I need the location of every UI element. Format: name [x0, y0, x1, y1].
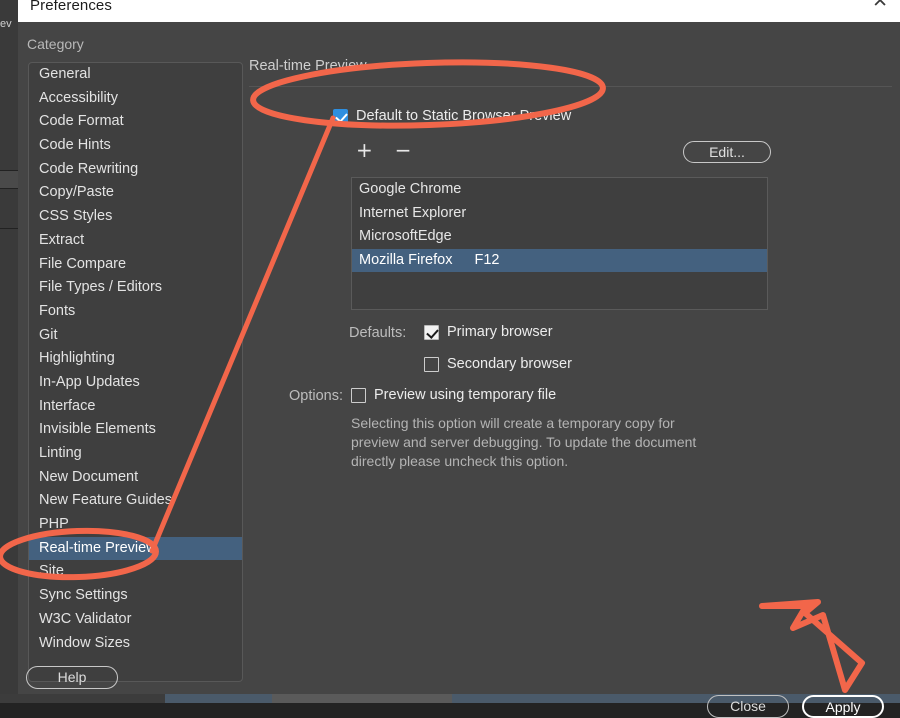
panel-title: Real-time Preview [249, 58, 367, 74]
browser-shortcut: F12 [474, 249, 499, 273]
sidebar-item-code-format[interactable]: Code Format [29, 110, 242, 134]
sidebar-item-new-document[interactable]: New Document [29, 466, 242, 490]
add-browser-button[interactable]: + [356, 140, 373, 160]
dialog-titlebar: Preferences ✕ [18, 0, 900, 22]
browser-list-item[interactable]: Mozilla Firefox F12 [352, 249, 767, 273]
bg-divider-1 [0, 170, 18, 171]
static-browser-preview-label: Default to Static Browser Preview [356, 108, 571, 124]
temp-file-checkbox[interactable] [351, 388, 366, 403]
primary-browser-checkbox[interactable] [424, 325, 439, 340]
sidebar-item-highlighting[interactable]: Highlighting [29, 347, 242, 371]
browser-list[interactable]: Google ChromeInternet ExplorerMicrosoftE… [351, 177, 768, 310]
sidebar-item-css-styles[interactable]: CSS Styles [29, 205, 242, 229]
browser-list-item[interactable]: Internet Explorer [352, 202, 767, 226]
bg-divider-2 [0, 188, 18, 189]
help-button[interactable]: Help [26, 666, 118, 689]
sidebar-item-new-feature-guides[interactable]: New Feature Guides [29, 489, 242, 513]
sidebar-item-in-app-updates[interactable]: In-App Updates [29, 371, 242, 395]
options-label: Options: [289, 388, 343, 404]
sidebar-item-extract[interactable]: Extract [29, 229, 242, 253]
dialog-body: Category GeneralAccessibilityCode Format… [18, 22, 900, 694]
category-heading: Category [27, 36, 84, 52]
preferences-dialog: Preferences ✕ Category GeneralAccessibil… [18, 0, 900, 694]
defaults-label: Defaults: [351, 325, 408, 341]
bg-panel-3 [0, 188, 18, 228]
browser-list-item[interactable]: MicrosoftEdge [352, 225, 767, 249]
secondary-browser-checkbox[interactable] [424, 357, 439, 372]
sidebar-item-invisible-elements[interactable]: Invisible Elements [29, 418, 242, 442]
remove-browser-button[interactable]: − [395, 140, 412, 160]
panel-divider [249, 86, 892, 87]
primary-browser-label: Primary browser [447, 324, 553, 340]
sidebar-item-sync-settings[interactable]: Sync Settings [29, 584, 242, 608]
secondary-browser-label: Secondary browser [447, 356, 572, 372]
sidebar-item-code-rewriting[interactable]: Code Rewriting [29, 158, 242, 182]
bg-panel-2 [0, 170, 18, 188]
browser-name: MicrosoftEdge [359, 225, 452, 249]
bg-tab-label: ev [0, 18, 18, 30]
sidebar-item-file-types-editors[interactable]: File Types / Editors [29, 276, 242, 300]
status-bar-segment-left [0, 694, 165, 703]
close-button[interactable]: Close [707, 695, 789, 718]
sidebar-item-code-hints[interactable]: Code Hints [29, 134, 242, 158]
static-browser-preview-checkbox[interactable] [333, 109, 348, 124]
dialog-title: Preferences [30, 0, 112, 14]
edit-button[interactable]: Edit... [683, 141, 771, 163]
list-controls: + − [356, 140, 412, 160]
sidebar-item-w3c-validator[interactable]: W3C Validator [29, 608, 242, 632]
bg-panel-4 [0, 229, 18, 694]
sidebar-item-site[interactable]: Site [29, 560, 242, 584]
options-description: Selecting this option will create a temp… [351, 414, 701, 471]
browser-list-item[interactable]: Google Chrome [352, 178, 767, 202]
sidebar-item-file-compare[interactable]: File Compare [29, 253, 242, 277]
sidebar-item-real-time-preview[interactable]: Real-time Preview [29, 537, 242, 561]
sidebar-item-linting[interactable]: Linting [29, 442, 242, 466]
sidebar-item-accessibility[interactable]: Accessibility [29, 87, 242, 111]
sidebar-item-interface[interactable]: Interface [29, 395, 242, 419]
static-browser-preview-row[interactable]: Default to Static Browser Preview [333, 108, 571, 124]
temp-file-row[interactable]: Preview using temporary file [351, 387, 556, 403]
browser-name: Mozilla Firefox [359, 249, 452, 273]
category-list[interactable]: GeneralAccessibilityCode FormatCode Hint… [28, 62, 243, 682]
secondary-browser-row[interactable]: Secondary browser [424, 356, 572, 372]
close-icon[interactable]: ✕ [872, 0, 888, 11]
sidebar-item-window-sizes[interactable]: Window Sizes [29, 632, 242, 656]
sidebar-item-copy-paste[interactable]: Copy/Paste [29, 181, 242, 205]
bg-panel-1 [0, 38, 18, 170]
apply-button[interactable]: Apply [802, 695, 884, 718]
sidebar-item-general[interactable]: General [29, 63, 242, 87]
primary-browser-row[interactable]: Primary browser [424, 324, 553, 340]
temp-file-label: Preview using temporary file [374, 387, 556, 403]
sidebar-item-git[interactable]: Git [29, 324, 242, 348]
browser-name: Internet Explorer [359, 202, 466, 226]
browser-name: Google Chrome [359, 178, 461, 202]
status-bar-segment-mid [272, 694, 452, 703]
sidebar-item-fonts[interactable]: Fonts [29, 300, 242, 324]
sidebar-item-php[interactable]: PHP [29, 513, 242, 537]
